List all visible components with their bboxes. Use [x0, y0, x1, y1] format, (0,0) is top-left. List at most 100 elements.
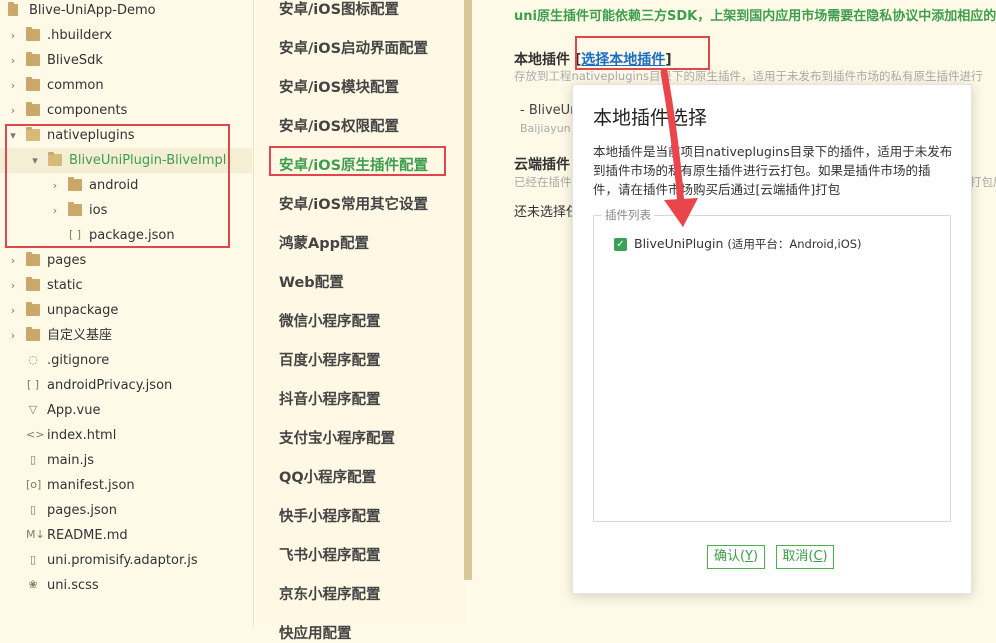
tree-item-label: components	[47, 103, 128, 118]
tree-item-label: App.vue	[47, 403, 101, 418]
folder-icon	[26, 102, 40, 116]
tree-item[interactable]: ▽ App.vue	[0, 398, 252, 423]
tree-item[interactable]: <> index.html	[0, 423, 252, 448]
tree-item[interactable]: ◌ .gitignore	[0, 348, 252, 373]
nav-item[interactable]: 安卓/iOS启动界面配置	[279, 37, 428, 58]
tree-item-label: README.md	[47, 528, 128, 543]
plugin-entry[interactable]: BliveUniPlugin (适用平台：Android,iOS)	[634, 236, 862, 252]
tree-item[interactable]: › .hbuilderx	[0, 23, 252, 48]
tree-item[interactable]: Blive-UniApp-Demo	[0, 0, 252, 23]
file-icon: M↓	[26, 528, 45, 541]
nav-item[interactable]: Web配置	[279, 271, 344, 292]
local-plugin-item: - BliveUn	[520, 103, 579, 118]
file-icon: ▯	[29, 503, 37, 516]
config-nav: 安卓/iOS图标配置安卓/iOS启动界面配置 安卓/iOS模块配置 安卓/iOS权限…	[253, 0, 466, 642]
nav-item[interactable]: 安卓/iOS常用其它设置	[279, 193, 428, 214]
highlight-nav-native-plugin	[269, 146, 446, 176]
nav-item[interactable]: 快应用配置	[279, 622, 352, 643]
tree-item-label: pages	[47, 253, 87, 268]
tree-item[interactable]: ❀ uni.scss	[0, 573, 252, 598]
nav-item[interactable]: 安卓/iOS模块配置	[279, 76, 399, 97]
plugin-checkbox[interactable]: ✓	[614, 238, 627, 251]
file-icon: ◌	[28, 353, 38, 366]
local-plugin-desc: 存放到工程nativeplugins目录下的原生插件，适用于未发布到插件市场的私…	[514, 69, 983, 83]
tree-item-label: common	[47, 78, 104, 93]
tree-item[interactable]: › components	[0, 98, 252, 123]
tree-item-label: Blive-UniApp-Demo	[29, 3, 156, 18]
tree-item-label: 自定义基座	[47, 328, 113, 343]
tree-item[interactable]: [ ] androidPrivacy.json	[0, 373, 252, 398]
chevron-right-icon[interactable]: ›	[8, 248, 18, 273]
file-tree: Blive-UniApp-Demo › .hbuilderx › BliveSdk › co…	[0, 0, 252, 626]
tree-item-label: pages.json	[47, 503, 117, 518]
chevron-right-icon[interactable]: ›	[8, 298, 18, 323]
file-icon: <>	[26, 428, 45, 441]
tree-item-label: manifest.json	[47, 478, 135, 493]
folder-icon	[26, 27, 40, 41]
folder-icon	[26, 52, 40, 66]
file-icon: [ ]	[26, 378, 40, 391]
file-icon: ▽	[28, 403, 38, 416]
cloud-plugin-desc: 已经在插件	[514, 175, 572, 189]
tree-item[interactable]: › static	[0, 273, 252, 298]
tree-item[interactable]: ▯ pages.json	[0, 498, 252, 523]
tree-item-label: uni.promisify.adaptor.js	[47, 553, 198, 568]
tree-item-label: unpackage	[47, 303, 119, 318]
file-icon: ▯	[29, 553, 37, 566]
tree-item-label: main.js	[47, 453, 94, 468]
nav-item[interactable]: QQ小程序配置	[279, 466, 376, 487]
tree-item-label: .gitignore	[47, 353, 110, 368]
nav-item[interactable]: 抖音小程序配置	[279, 388, 381, 409]
nav-item[interactable]: 京东小程序配置	[279, 583, 381, 604]
chevron-right-icon[interactable]: ›	[8, 73, 18, 98]
nav-item[interactable]: 安卓/iOS权限配置	[279, 115, 399, 136]
chevron-right-icon[interactable]: ›	[8, 323, 18, 348]
tree-item[interactable]: › BliveSdk	[0, 48, 252, 73]
tree-item-label: .hbuilderx	[47, 28, 113, 43]
nav-item[interactable]: 微信小程序配置	[279, 310, 381, 331]
folder-icon	[26, 252, 40, 266]
local-plugin-dialog: 本地插件选择 本地插件是当前项目nativeplugins目录下的插件，适用于未…	[572, 84, 972, 594]
plugin-name: BliveUniPlugin	[634, 236, 724, 251]
cloud-plugin-label: 云端插件	[514, 157, 570, 173]
folder-icon	[26, 277, 40, 291]
tree-item-label: static	[47, 278, 83, 293]
chevron-right-icon[interactable]: ›	[8, 23, 18, 48]
tree-item-label: BliveSdk	[47, 53, 103, 68]
privacy-notice: uni原生插件可能依赖三方SDK，上架到国内应用市场需要在隐私协议中添加相应的条	[514, 9, 996, 24]
tree-item[interactable]: ▯ main.js	[0, 448, 252, 473]
tree-item[interactable]: › pages	[0, 248, 252, 273]
chevron-right-icon[interactable]: ›	[8, 98, 18, 123]
nav-item[interactable]: 支付宝小程序配置	[279, 427, 395, 448]
file-icon: ▯	[29, 453, 37, 466]
nav-item[interactable]: 百度小程序配置	[279, 349, 381, 370]
plugin-platform: (适用平台：Android,iOS)	[727, 237, 862, 251]
tree-item[interactable]: › 自定义基座	[0, 323, 252, 348]
tree-item[interactable]: › unpackage	[0, 298, 252, 323]
local-plugin-label: 本地插件	[514, 52, 570, 68]
tree-item[interactable]: ▯ uni.promisify.adaptor.js	[0, 548, 252, 573]
file-icon: [o]	[26, 478, 42, 491]
none-selected-text: 还未选择任	[514, 205, 580, 220]
highlight-nativeplugins	[5, 124, 230, 248]
tree-item[interactable]: › common	[0, 73, 252, 98]
nav-item[interactable]: 快手小程序配置	[279, 505, 381, 526]
folder-icon	[26, 77, 40, 91]
plugin-list: 插件列表 ✓ BliveUniPlugin (适用平台：Android,iOS)	[593, 207, 951, 522]
nav-item[interactable]: 鸿蒙App配置	[279, 232, 369, 253]
cancel-button[interactable]: 取消(C)	[776, 545, 834, 569]
nav-item[interactable]: 安卓/iOS图标配置	[279, 0, 399, 19]
tree-item[interactable]: [o] manifest.json	[0, 473, 252, 498]
file-icon: ❀	[28, 578, 38, 591]
dialog-title: 本地插件选择	[593, 107, 708, 129]
tree-item-label: uni.scss	[47, 578, 99, 593]
confirm-button[interactable]: 确认(Y)	[707, 545, 765, 569]
nav-scrollbar[interactable]	[464, 0, 472, 580]
chevron-right-icon[interactable]: ›	[8, 273, 18, 298]
tree-item[interactable]: M↓ README.md	[0, 523, 252, 548]
dialog-description: 本地插件是当前项目nativeplugins目录下的插件，适用于未发布到插件市场…	[593, 144, 953, 197]
nav-item[interactable]: 飞书小程序配置	[279, 544, 381, 565]
chevron-right-icon[interactable]: ›	[8, 48, 18, 73]
local-plugin-item-sub: Baijiayun	[520, 122, 571, 135]
project-icon	[8, 2, 18, 16]
